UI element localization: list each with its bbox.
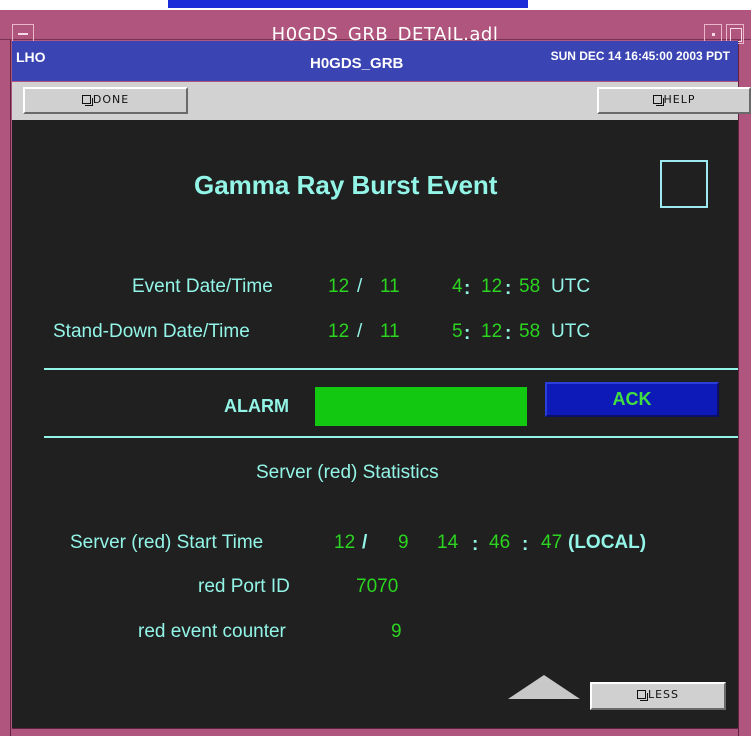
ack-button[interactable]: ACK <box>545 382 719 417</box>
title-bar[interactable]: H0GDS_GRB_DETAIL.adl <box>0 10 751 45</box>
display-name: H0GDS_GRB <box>310 55 404 72</box>
stats-title: Server (red) Statistics <box>256 462 439 483</box>
alarm-label: ALARM <box>224 396 289 416</box>
standdown-time-sep-2: : <box>505 323 512 344</box>
window-border-right[interactable] <box>738 10 751 736</box>
standdown-second: 58 <box>519 321 541 342</box>
event-hour: 4 <box>452 276 463 297</box>
event-minute: 12 <box>481 276 503 297</box>
event-time-sep-2: : <box>505 278 512 299</box>
server-start-day: 9 <box>398 532 409 553</box>
server-start-date-sep: / <box>362 532 368 553</box>
event-time-sep-1: : <box>464 278 471 299</box>
button-bar: DONE HELP <box>12 82 751 120</box>
window-border-left[interactable] <box>0 10 11 736</box>
related-display-icon <box>81 95 93 106</box>
standdown-date-sep: / <box>357 321 363 342</box>
server-start-time-sep-1: : <box>472 534 479 555</box>
page-title: Gamma Ray Burst Event <box>194 170 498 200</box>
standdown-datetime-label: Stand-Down Date/Time <box>53 321 250 342</box>
server-start-month: 12 <box>334 532 356 553</box>
related-display-icon <box>652 95 664 106</box>
event-counter-value: 9 <box>391 621 402 642</box>
standdown-month: 12 <box>328 321 350 342</box>
status-indicator-box <box>660 160 708 208</box>
event-month: 12 <box>328 276 350 297</box>
alarm-indicator <box>315 387 527 426</box>
window-border-bottom[interactable] <box>12 728 738 736</box>
server-start-label: Server (red) Start Time <box>70 532 264 553</box>
server-start-minute: 46 <box>489 532 511 553</box>
arrow-up-icon[interactable] <box>508 675 580 699</box>
standdown-time-sep-1: : <box>464 323 471 344</box>
help-button[interactable]: HELP <box>597 87 751 114</box>
standdown-hour: 5 <box>452 321 463 342</box>
standdown-minute: 12 <box>481 321 503 342</box>
event-tz: UTC <box>551 276 591 297</box>
standdown-day: 11 <box>380 321 400 342</box>
background-blue-bar <box>168 0 528 8</box>
header-datetime: SUN DEC 14 16:45:00 2003 PDT <box>550 49 730 63</box>
server-start-second: 47 <box>541 532 563 553</box>
divider-top <box>44 368 738 370</box>
background-strip <box>0 0 751 10</box>
help-button-label: HELP <box>663 93 696 106</box>
standdown-tz: UTC <box>551 321 591 342</box>
server-start-tz: (LOCAL) <box>568 532 647 553</box>
event-second: 58 <box>519 276 541 297</box>
event-date-sep: / <box>357 276 363 297</box>
done-button-label: DONE <box>92 93 130 106</box>
main-panel: Gamma Ray Burst Event Event Date/Time 12… <box>12 120 738 728</box>
port-id-label: red Port ID <box>198 576 290 597</box>
server-start-time-sep-2: : <box>522 534 529 555</box>
done-button[interactable]: DONE <box>23 87 188 114</box>
event-counter-label: red event counter <box>138 621 286 642</box>
less-button[interactable]: LESS <box>590 682 726 710</box>
server-start-hour: 14 <box>437 532 459 553</box>
port-id-value: 7070 <box>356 576 399 597</box>
related-display-icon <box>636 690 648 701</box>
site-label: LHO <box>16 49 46 65</box>
event-datetime-label: Event Date/Time <box>132 276 273 297</box>
event-day: 11 <box>380 276 400 297</box>
header-bar: LHO H0GDS_GRB SUN DEC 14 16:45:00 2003 P… <box>12 41 738 81</box>
less-button-label: LESS <box>647 688 680 701</box>
divider-bottom <box>44 436 738 438</box>
